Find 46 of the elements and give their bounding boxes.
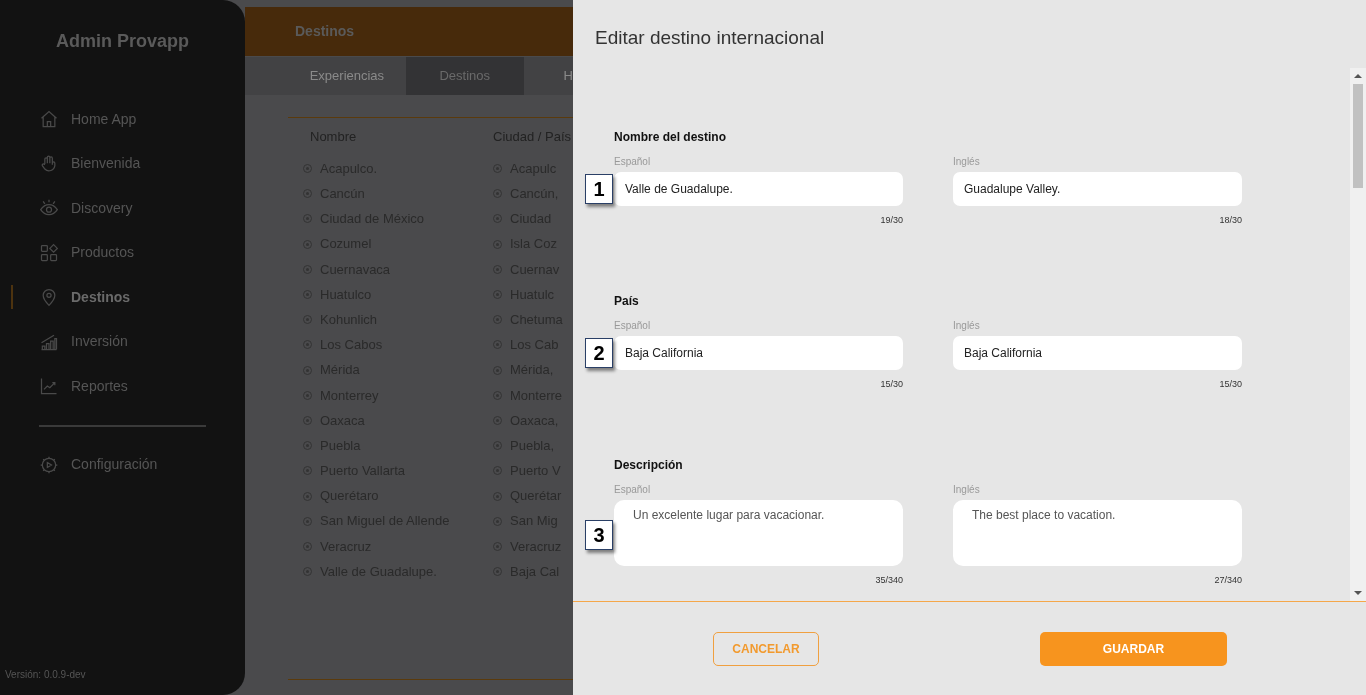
text-area[interactable]: The best place to vacation. xyxy=(953,500,1242,566)
field-label: Español xyxy=(614,155,652,169)
section-title: Descripción xyxy=(614,457,684,474)
sidebar-item[interactable]: Configuración xyxy=(0,442,245,487)
character-count: 15/30 xyxy=(1219,380,1242,389)
sidebar-item[interactable]: Productos xyxy=(0,230,245,275)
line-chart-icon xyxy=(39,376,59,397)
dialog-title: Editar destino internacional xyxy=(594,26,826,50)
save-button[interactable]: GUARDAR xyxy=(1040,631,1227,666)
scrollbar-thumb[interactable] xyxy=(1353,84,1363,188)
field-label: Español xyxy=(614,483,652,497)
step-number-badge: 1 xyxy=(585,174,613,204)
field-label: Español xyxy=(614,319,652,333)
sidebar-item[interactable]: Inversión xyxy=(0,319,245,364)
input-field[interactable]: Baja California xyxy=(614,336,903,370)
sidebar-item[interactable]: Home App xyxy=(0,97,245,142)
cancel-button[interactable]: CANCELAR xyxy=(713,631,819,666)
section-title: País xyxy=(614,293,640,310)
app-title: Admin Provapp xyxy=(55,30,190,53)
field-label: Inglés xyxy=(953,155,981,169)
field-label: Inglés xyxy=(953,319,981,333)
tab[interactable]: Experiencias xyxy=(288,57,406,95)
scrollbar[interactable] xyxy=(1350,68,1366,601)
home-icon xyxy=(39,109,59,130)
tab[interactable]: H xyxy=(523,57,573,95)
sidebar-item[interactable]: Reportes xyxy=(0,364,245,409)
step-number-badge: 3 xyxy=(585,520,613,550)
grid-icon xyxy=(39,242,59,263)
input-field[interactable]: Valle de Guadalupe. xyxy=(614,172,903,206)
sidebar-item[interactable]: Destinos xyxy=(0,275,245,320)
character-count: 15/30 xyxy=(880,380,903,389)
sidebar-item[interactable]: Discovery xyxy=(0,186,245,231)
version-label: Versión: 0.0.9-dev xyxy=(5,668,86,682)
character-count: 35/340 xyxy=(875,576,903,585)
gear-icon xyxy=(39,454,59,475)
text-area[interactable]: Un excelente lugar para vacacionar. xyxy=(614,500,903,566)
step-number-badge: 2 xyxy=(585,338,613,368)
input-field[interactable]: Guadalupe Valley. xyxy=(953,172,1242,206)
character-count: 27/340 xyxy=(1214,576,1242,585)
section-title: Nombre del destino xyxy=(614,129,727,146)
input-field[interactable]: Baja California xyxy=(953,336,1242,370)
character-count: 19/30 xyxy=(880,216,903,225)
character-count: 18/30 xyxy=(1219,216,1242,225)
field-label: Inglés xyxy=(953,483,981,497)
sidebar-item[interactable]: Bienvenida xyxy=(0,141,245,186)
page-title: Destinos xyxy=(295,22,355,41)
